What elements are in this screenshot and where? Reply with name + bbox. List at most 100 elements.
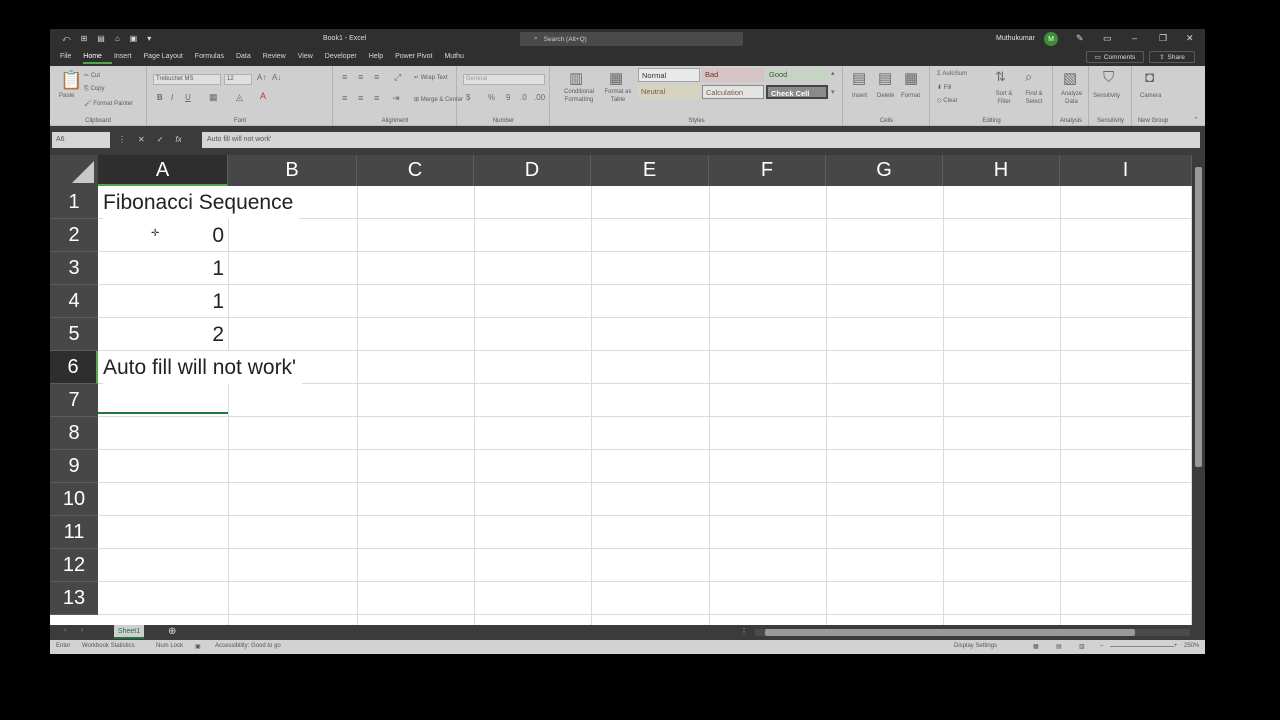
column-header-b[interactable]: B xyxy=(228,155,357,186)
font-color-icon[interactable]: A xyxy=(260,91,266,101)
column-header-h[interactable]: H xyxy=(943,155,1060,186)
cell-a5[interactable]: 2 xyxy=(98,318,224,351)
increase-font-icon[interactable]: A↑ xyxy=(257,73,266,82)
tab-help[interactable]: Help xyxy=(369,49,393,66)
enter-icon[interactable]: ✓ xyxy=(157,135,164,144)
search-box[interactable]: ⌕ Search (Alt+Q) xyxy=(520,32,743,46)
styles-scroll-down-icon[interactable]: ▾ xyxy=(831,88,835,96)
cell-a6[interactable]: Auto fill will not work' xyxy=(103,351,303,384)
table-icon[interactable]: ⊞ xyxy=(81,34,88,44)
prev-sheet-icon[interactable]: ‹ xyxy=(64,627,66,634)
insert-cells-icon[interactable]: ▤ xyxy=(852,69,866,87)
tab-page-layout[interactable]: Page Layout xyxy=(143,49,192,66)
indent-icon[interactable]: ⇥ xyxy=(392,93,400,104)
row-header-2[interactable]: 2 xyxy=(50,219,98,252)
column-header-i[interactable]: I xyxy=(1060,155,1192,186)
customize-qat-icon[interactable]: ▾ xyxy=(147,34,151,44)
style-bad[interactable]: Bad xyxy=(702,68,764,82)
style-check-cell[interactable]: Check Cell xyxy=(766,85,828,99)
find-select-button[interactable]: Find & Select xyxy=(1019,90,1049,106)
camera-icon[interactable]: ◘ xyxy=(1145,69,1154,86)
autosum-button[interactable]: Σ AutoSum xyxy=(937,71,967,77)
cut-button[interactable]: ✂ Cut xyxy=(84,72,100,79)
decrease-decimal-icon[interactable]: .00 xyxy=(534,93,545,102)
style-calculation[interactable]: Calculation xyxy=(702,85,764,99)
bold-icon[interactable]: B xyxy=(157,93,163,102)
align-middle-icon[interactable]: ≡ xyxy=(358,72,363,82)
ribbon-display-icon[interactable]: ▭ xyxy=(1103,33,1112,44)
tab-split-handle[interactable]: ⋮ xyxy=(740,627,748,636)
format-cells-button[interactable]: Format xyxy=(901,93,920,99)
restore-icon[interactable]: ❐ xyxy=(1159,33,1167,44)
column-header-g[interactable]: G xyxy=(826,155,943,186)
style-normal[interactable]: Normal xyxy=(638,68,700,82)
row-header-1[interactable]: 1 xyxy=(50,186,98,219)
accessibility-status[interactable]: Accessibility: Good to go xyxy=(215,643,281,649)
underline-icon[interactable]: U xyxy=(185,93,191,102)
horizontal-scrollbar[interactable] xyxy=(755,629,1190,636)
sensitivity-button[interactable]: Sensitivity xyxy=(1093,93,1120,99)
cell-a2[interactable]: 0 xyxy=(98,219,224,252)
page-break-view-icon[interactable]: ▥ xyxy=(1079,643,1085,650)
comments-button[interactable]: ▭ Comments xyxy=(1086,51,1144,63)
sort-filter-button[interactable]: Sort & Filter xyxy=(991,90,1017,106)
share-button[interactable]: ⇪ Share xyxy=(1149,51,1195,63)
find-select-icon[interactable]: ⌕ xyxy=(1025,69,1032,85)
cancel-icon[interactable]: ✕ xyxy=(138,135,145,144)
orientation-icon[interactable]: ⤢ xyxy=(394,72,401,83)
number-format-select[interactable]: General xyxy=(463,74,545,85)
row-header-6[interactable]: 6 xyxy=(50,351,98,384)
decrease-font-icon[interactable]: A↓ xyxy=(272,73,281,82)
analyze-data-icon[interactable]: ▧ xyxy=(1063,69,1077,87)
tab-formulas[interactable]: Formulas xyxy=(195,49,234,66)
zoom-level[interactable]: 250% xyxy=(1184,643,1199,649)
camera-button[interactable]: Camera xyxy=(1140,93,1161,99)
row-header-7[interactable]: 7 xyxy=(50,384,98,417)
row-header-9[interactable]: 9 xyxy=(50,450,98,483)
zoom-out-icon[interactable]: – xyxy=(1100,643,1103,649)
page-layout-view-icon[interactable]: ▤ xyxy=(1056,643,1062,650)
cell-a1[interactable]: Fibonacci Sequence xyxy=(103,186,300,219)
delete-cells-button[interactable]: Delete xyxy=(877,93,894,99)
add-sheet-icon[interactable]: ⊕ xyxy=(168,626,176,637)
analyze-data-button[interactable]: Analyze Data xyxy=(1056,90,1087,106)
display-settings[interactable]: Display Settings xyxy=(954,643,997,649)
minimize-icon[interactable]: – xyxy=(1132,33,1137,43)
close-icon[interactable]: ✕ xyxy=(1186,33,1194,44)
accounting-icon[interactable]: $ xyxy=(466,93,470,102)
align-bottom-icon[interactable]: ≡ xyxy=(374,72,379,82)
cell-a4[interactable]: 1 xyxy=(98,285,224,318)
format-painter-button[interactable]: 🖌 Format Painter xyxy=(84,100,133,107)
row-header-4[interactable]: 4 xyxy=(50,285,98,318)
font-size-select[interactable]: 12 xyxy=(224,74,252,85)
wrap-text-button[interactable]: ↵ Wrap Text xyxy=(414,74,448,81)
column-header-f[interactable]: F xyxy=(709,155,826,186)
sheet-tab[interactable]: Sheet1 xyxy=(114,625,144,639)
row-header-11[interactable]: 11 xyxy=(50,516,98,549)
format-as-table-button[interactable]: Format as Table xyxy=(601,88,635,104)
copy-button[interactable]: ⎘ Copy xyxy=(84,86,104,93)
user-name[interactable]: Muthukumar xyxy=(996,35,1035,42)
row-header-3[interactable]: 3 xyxy=(50,252,98,285)
save-icon[interactable]: ▣ xyxy=(130,34,138,44)
column-header-c[interactable]: C xyxy=(357,155,474,186)
camera-qat-icon[interactable]: ⌂ xyxy=(115,34,120,44)
next-sheet-icon[interactable]: › xyxy=(81,627,83,634)
row-header-5[interactable]: 5 xyxy=(50,318,98,351)
zoom-in-icon[interactable]: + xyxy=(1174,643,1178,649)
row-header-8[interactable]: 8 xyxy=(50,417,98,450)
pen-icon[interactable]: ✎ xyxy=(1076,33,1084,44)
workbook-statistics[interactable]: Workbook Statistics xyxy=(82,643,135,649)
paste-icon[interactable]: 📋 xyxy=(60,70,82,91)
avatar[interactable]: M xyxy=(1044,32,1058,46)
merge-center-button[interactable]: ⊞ Merge & Center xyxy=(414,96,463,103)
tab-developer[interactable]: Developer xyxy=(325,49,367,66)
format-as-table-icon[interactable]: ▦ xyxy=(609,69,623,87)
fill-button[interactable]: ⬇ Fill xyxy=(937,84,951,91)
fill-color-icon[interactable]: ◬ xyxy=(236,92,243,103)
more-icon[interactable]: ⋮ xyxy=(118,135,126,144)
normal-view-icon[interactable]: ▦ xyxy=(1033,643,1039,650)
delete-cells-icon[interactable]: ▤ xyxy=(878,69,892,87)
tab-home[interactable]: Home xyxy=(83,49,112,64)
borders-icon[interactable]: ▦ xyxy=(209,92,218,103)
